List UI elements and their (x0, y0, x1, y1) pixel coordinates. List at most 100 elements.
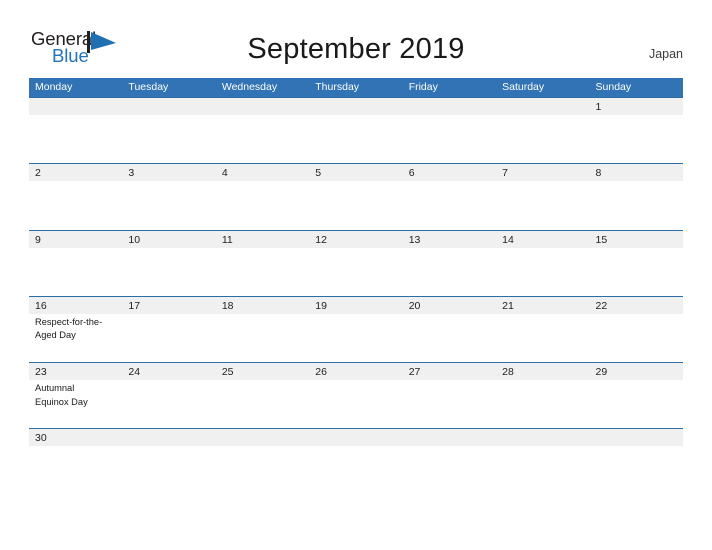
page-title: September 2019 (247, 33, 465, 65)
day-number: 11 (221, 233, 233, 246)
day-number (596, 431, 683, 446)
day-number: 28 (502, 366, 514, 379)
day-cell[interactable]: 21 (496, 297, 589, 362)
day-number: 21 (502, 299, 514, 312)
weekday-header-monday: Monday (35, 81, 73, 93)
day-cell[interactable]: 23 Autumnal Equinox Day (29, 363, 122, 428)
day-number (128, 431, 215, 446)
day-number: 26 (315, 366, 327, 379)
day-number: 17 (128, 299, 141, 312)
day-number: 20 (408, 299, 421, 312)
page-header: General Blue September 2019 Japan (0, 0, 712, 78)
day-number: 14 (502, 233, 514, 246)
day-cell[interactable]: 2 (29, 164, 122, 229)
day-cell[interactable]: 16 Respect-for-the-Aged Day (29, 297, 122, 362)
calendar-week-row: 16 Respect-for-the-Aged Day 17 18 19 20 … (29, 295, 683, 362)
day-number: 19 (315, 299, 327, 312)
day-cell[interactable]: 19 (309, 297, 402, 362)
day-cell[interactable]: 3 (122, 164, 215, 229)
day-cell[interactable]: 11 (216, 231, 309, 296)
day-number (409, 431, 496, 446)
day-cell[interactable] (309, 429, 402, 494)
day-cell[interactable] (496, 98, 589, 163)
day-number: 24 (128, 366, 141, 379)
day-number (315, 431, 402, 446)
day-number: 29 (595, 366, 608, 379)
day-event: Respect-for-the-Aged Day (35, 316, 103, 341)
day-cell[interactable]: 28 (496, 363, 589, 428)
weekday-header-saturday: Saturday (502, 81, 545, 93)
day-number: 5 (315, 167, 322, 180)
day-cell[interactable] (216, 98, 309, 163)
day-cell[interactable]: 18 (216, 297, 309, 362)
day-number (409, 100, 496, 115)
day-number (222, 100, 309, 115)
day-cell[interactable]: 26 (309, 363, 402, 428)
day-cell[interactable] (496, 429, 589, 494)
day-number (502, 100, 589, 115)
day-number: 18 (221, 299, 234, 312)
day-cell[interactable]: 5 (309, 164, 402, 229)
day-cell[interactable]: 27 (403, 363, 496, 428)
calendar-week-row: 1 (29, 97, 683, 163)
day-cell[interactable] (216, 429, 309, 494)
day-cell[interactable] (309, 98, 402, 163)
day-cell[interactable]: 15 (590, 231, 683, 296)
day-cell[interactable]: 17 (122, 297, 215, 362)
day-number: 16 (35, 299, 47, 312)
weekday-header-row: Monday Tuesday Wednesday Thursday Friday… (29, 78, 683, 97)
day-cell[interactable]: 13 (403, 231, 496, 296)
day-cell[interactable]: 9 (29, 231, 122, 296)
day-cell[interactable]: 22 (590, 297, 683, 362)
day-number: 25 (221, 366, 234, 379)
day-number: 27 (408, 366, 421, 379)
day-cell[interactable]: 1 (590, 98, 683, 163)
day-number: 23 (35, 366, 47, 379)
day-number: 7 (502, 167, 508, 180)
weekday-header-thursday: Thursday (315, 81, 360, 93)
day-cell[interactable]: 14 (496, 231, 589, 296)
day-number: 13 (408, 233, 421, 246)
calendar-week-row: 30 (29, 428, 683, 494)
day-cell[interactable]: 6 (403, 164, 496, 229)
day-cell[interactable] (122, 98, 215, 163)
day-cell[interactable] (29, 98, 122, 163)
weekday-header-tuesday: Tuesday (128, 81, 169, 93)
day-number: 6 (408, 167, 415, 180)
day-cell[interactable] (403, 429, 496, 494)
day-cell[interactable]: 24 (122, 363, 215, 428)
day-number (128, 100, 215, 115)
day-cell[interactable]: 10 (122, 231, 215, 296)
day-number: 2 (35, 167, 41, 180)
day-cell[interactable] (122, 429, 215, 494)
day-cell[interactable] (403, 98, 496, 163)
day-cell[interactable]: 25 (216, 363, 309, 428)
calendar-week-row: 9 10 11 12 13 14 15 (29, 229, 683, 296)
day-number: 30 (35, 432, 47, 445)
day-cell[interactable] (590, 429, 683, 494)
day-cell[interactable]: 29 (590, 363, 683, 428)
day-number (222, 431, 309, 446)
country-label: Japan (648, 47, 683, 61)
day-number (502, 431, 589, 446)
day-number: 3 (128, 167, 135, 180)
day-cell[interactable]: 12 (309, 231, 402, 296)
day-number (315, 100, 402, 115)
calendar-week-row: 23 Autumnal Equinox Day 24 25 26 27 28 2… (29, 362, 683, 428)
day-number: 15 (595, 233, 608, 246)
day-number: 8 (595, 167, 602, 180)
day-cell[interactable]: 8 (590, 164, 683, 229)
weekday-header-sunday: Sunday (595, 81, 632, 93)
day-number: 9 (35, 233, 41, 246)
calendar-grid: Monday Tuesday Wednesday Thursday Friday… (29, 78, 683, 495)
day-number: 1 (595, 101, 602, 113)
day-number: 12 (315, 233, 327, 246)
day-cell[interactable]: 4 (216, 164, 309, 229)
day-cell[interactable]: 20 (403, 297, 496, 362)
day-cell[interactable]: 30 (29, 429, 122, 494)
calendar-week-row: 2 3 4 5 6 7 8 (29, 163, 683, 229)
day-cell[interactable]: 7 (496, 164, 589, 229)
day-number: 22 (595, 299, 608, 312)
day-event: Autumnal Equinox Day (35, 383, 88, 407)
day-number: 4 (221, 167, 228, 180)
